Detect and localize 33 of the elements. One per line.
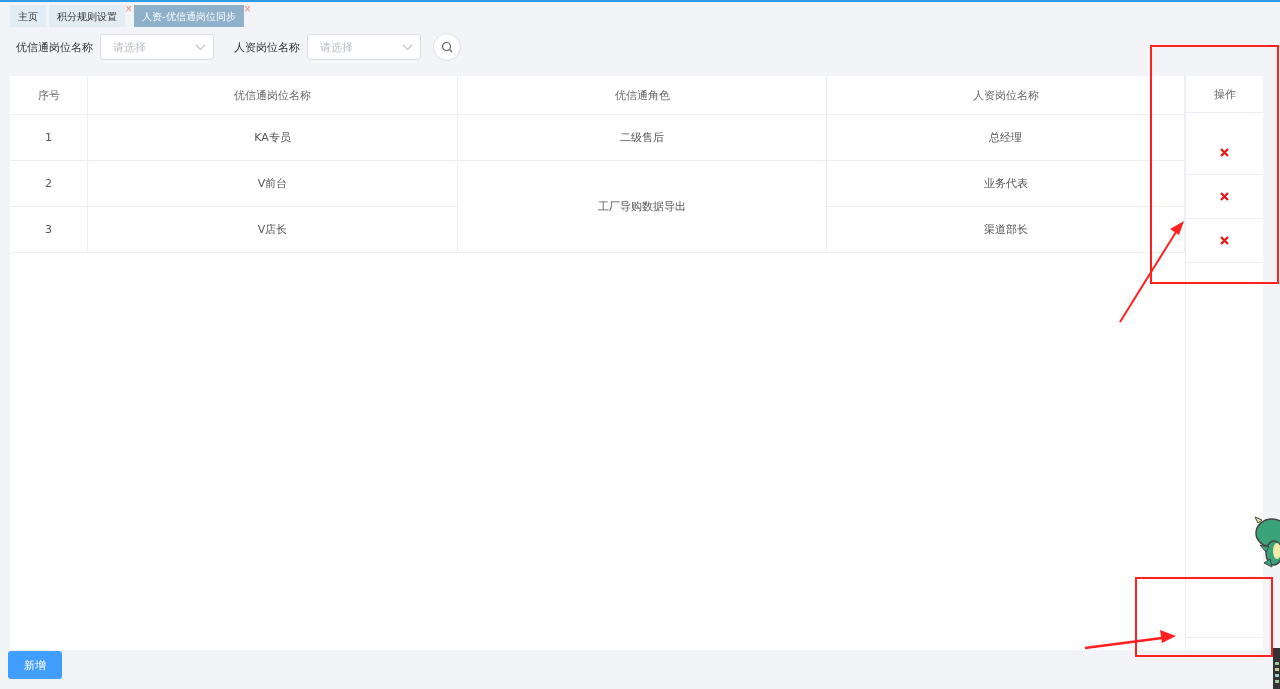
column-header: 优信通岗位名称 (234, 88, 311, 102)
close-icon[interactable]: × (124, 3, 133, 14)
chevron-down-icon (402, 44, 413, 51)
close-icon[interactable]: × (243, 3, 252, 14)
table-cell: 1 (45, 131, 52, 144)
delete-button[interactable] (1219, 147, 1231, 158)
table-cell: V前台 (257, 177, 288, 190)
search-button[interactable] (433, 33, 461, 61)
delete-button[interactable] (1219, 191, 1231, 202)
add-button[interactable]: 新增 (8, 651, 62, 679)
column-header: 序号 (37, 88, 60, 102)
filter-label: 优信通岗位名称 (16, 39, 93, 55)
select-field[interactable]: 请选择 (100, 34, 214, 60)
page-tab[interactable]: 主页 (10, 5, 46, 27)
table-cell: 总经理 (989, 131, 1023, 144)
table-cell: 渠道部长 (983, 223, 1028, 236)
table-cell: 3 (45, 223, 52, 236)
dinosaur-drawing (1254, 513, 1280, 571)
table-cell: 二级售后 (620, 131, 664, 144)
table-cell: KA专员 (254, 131, 291, 144)
column-header: 人资岗位名称 (972, 88, 1039, 102)
table-cell: 2 (45, 177, 52, 190)
table-cell: V店长 (257, 223, 288, 236)
chevron-down-icon (195, 44, 206, 51)
filter-label: 人资岗位名称 (234, 39, 300, 55)
search-icon (441, 41, 453, 53)
table-cell: 工厂导购数据导出 (598, 200, 686, 213)
column-header: 优信通角色 (614, 88, 670, 102)
column-header: 操作 (1213, 86, 1236, 102)
meter-icon (1273, 648, 1280, 689)
select-field[interactable]: 请选择 (307, 34, 421, 60)
delete-button[interactable] (1219, 235, 1231, 246)
table-cell: 业务代表 (983, 177, 1028, 190)
